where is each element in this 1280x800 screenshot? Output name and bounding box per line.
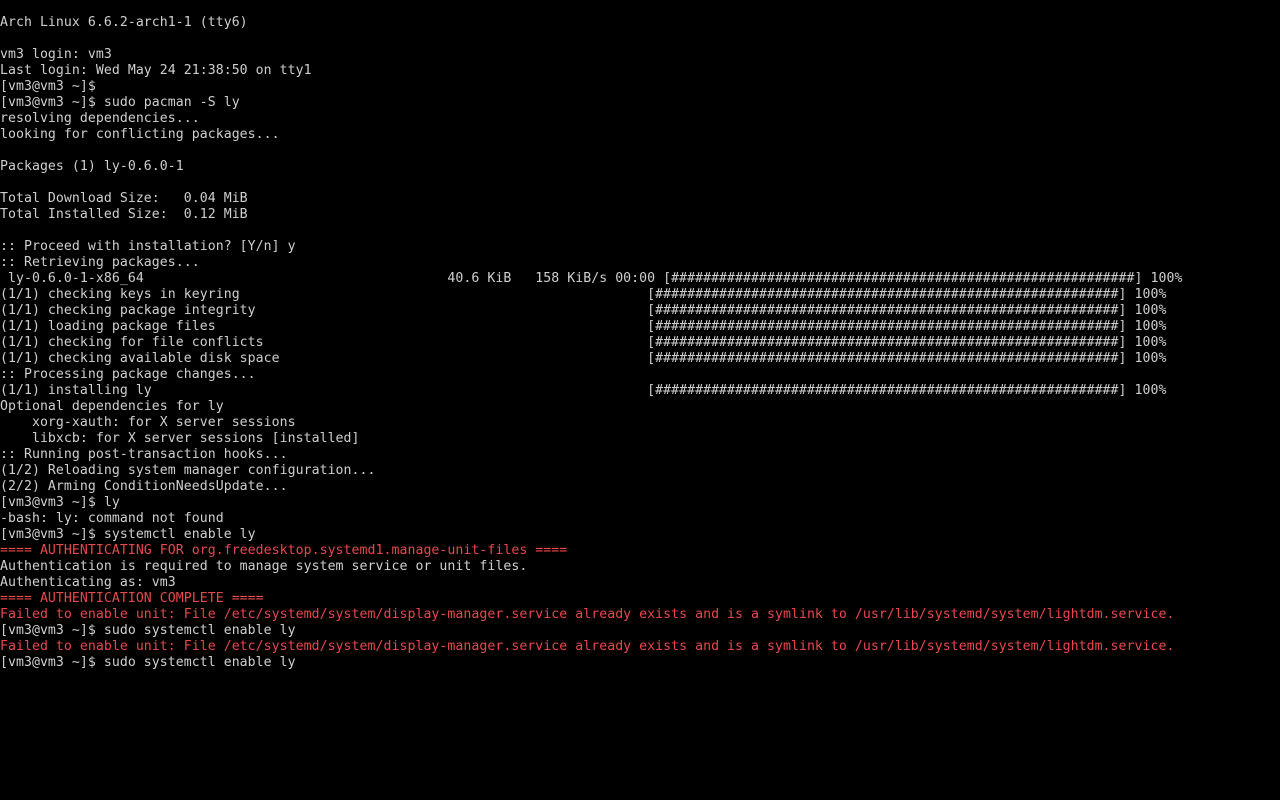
terminal-line: :: Processing package changes...: [0, 367, 256, 382]
terminal-line: (1/1) checking keys in keyring [########…: [0, 287, 1167, 302]
terminal-line: :: Retrieving packages...: [0, 255, 200, 270]
terminal-line: (1/1) checking package integrity [######…: [0, 303, 1167, 318]
terminal-line: [vm3@vm3 ~]$ systemctl enable ly: [0, 527, 256, 542]
terminal-line: (1/1) checking available disk space [###…: [0, 351, 1167, 366]
terminal-line: (2/2) Arming ConditionNeedsUpdate...: [0, 479, 288, 494]
terminal-line: Authentication is required to manage sys…: [0, 559, 528, 574]
terminal-line: (1/1) loading package files [###########…: [0, 319, 1167, 334]
terminal-line: Total Download Size: 0.04 MiB: [0, 191, 248, 206]
terminal-line: Packages (1) ly-0.6.0-1: [0, 159, 184, 174]
terminal-line-error: Failed to enable unit: File /etc/systemd…: [0, 639, 1175, 654]
terminal-line: looking for conflicting packages...: [0, 127, 280, 142]
terminal-line: Last login: Wed May 24 21:38:50 on tty1: [0, 63, 312, 78]
terminal-line: [vm3@vm3 ~]$ ly: [0, 495, 120, 510]
terminal-line: Total Installed Size: 0.12 MiB: [0, 207, 248, 222]
terminal-line: resolving dependencies...: [0, 111, 200, 126]
terminal-line: libxcb: for X server sessions [installed…: [0, 431, 360, 446]
terminal-line: :: Proceed with installation? [Y/n] y: [0, 239, 296, 254]
terminal-line: :: Running post-transaction hooks...: [0, 447, 288, 462]
terminal-line: xorg-xauth: for X server sessions: [0, 415, 296, 430]
terminal-line: -bash: ly: command not found: [0, 511, 224, 526]
terminal-line: [vm3@vm3 ~]$: [0, 79, 96, 94]
terminal-line: (1/1) checking for file conflicts [#####…: [0, 335, 1167, 350]
terminal-line: Authenticating as: vm3: [0, 575, 176, 590]
terminal-line-error: ==== AUTHENTICATION COMPLETE ====: [0, 591, 264, 606]
terminal-line: Optional dependencies for ly: [0, 399, 224, 414]
terminal-line: [vm3@vm3 ~]$ sudo systemctl enable ly: [0, 655, 296, 670]
terminal-line: (1/2) Reloading system manager configura…: [0, 463, 376, 478]
terminal-line-error: Failed to enable unit: File /etc/systemd…: [0, 607, 1175, 622]
terminal-line: [vm3@vm3 ~]$ sudo systemctl enable ly: [0, 623, 296, 638]
terminal-line: Arch Linux 6.6.2-arch1-1 (tty6): [0, 15, 248, 30]
terminal-screen[interactable]: Arch Linux 6.6.2-arch1-1 (tty6) vm3 login…: [0, 15, 1280, 800]
terminal-line: vm3 login: vm3: [0, 47, 112, 62]
terminal-line: ly-0.6.0-1-x86_64 40.6 KiB 158 KiB/s 00:…: [0, 271, 1183, 286]
terminal-line: (1/1) installing ly [###################…: [0, 383, 1167, 398]
terminal-line-error: ==== AUTHENTICATING FOR org.freedesktop.…: [0, 543, 568, 558]
terminal-line: [vm3@vm3 ~]$ sudo pacman -S ly: [0, 95, 240, 110]
